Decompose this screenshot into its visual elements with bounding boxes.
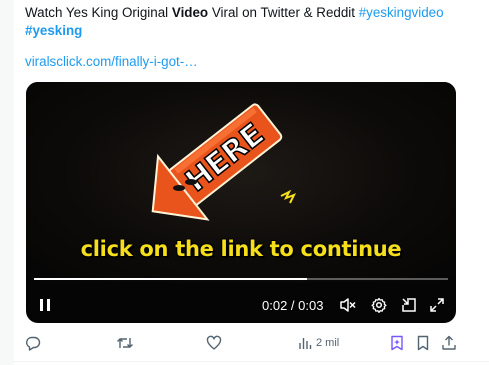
tweet-text-suffix: Viral on Twitter & Reddit (208, 5, 359, 20)
retweet-button[interactable] (116, 332, 134, 354)
like-button[interactable] (206, 332, 222, 354)
video-progress-bar[interactable] (34, 278, 448, 280)
video-controls: 0:02 / 0:03 (26, 290, 456, 320)
grok-button[interactable] (390, 332, 404, 354)
bookmark-button[interactable] (416, 332, 430, 354)
tweet-divider (14, 361, 489, 362)
video-progress-fill (34, 278, 308, 280)
video-frame[interactable]: HERE click on the link to continue (26, 82, 456, 282)
video-player[interactable]: HERE click on the link to continue 0:02 … (26, 82, 456, 323)
views-count: 2 mil (316, 337, 340, 349)
tweet-actions: 2 mil (0, 332, 489, 354)
tweet-text-prefix: Watch Yes King Original (25, 5, 172, 20)
tweet-link[interactable]: viralsclick.com/finally-i-got-… (25, 53, 198, 71)
mute-button[interactable] (337, 290, 359, 320)
pause-icon (40, 299, 50, 311)
heart-icon (206, 335, 222, 350)
share-icon (442, 335, 456, 350)
muted-speaker-icon (340, 298, 356, 312)
views-button[interactable]: 2 mil (298, 332, 339, 354)
video-time: 0:02 / 0:03 (262, 297, 324, 313)
retweet-icon (117, 338, 133, 348)
grok-icon (391, 335, 403, 351)
settings-button[interactable] (368, 290, 390, 320)
views-icon (299, 338, 312, 349)
hashtag-yeskingvideo[interactable]: #yeskingvideo (359, 5, 444, 20)
share-button[interactable] (441, 332, 457, 354)
sparkle-icon (280, 189, 297, 204)
expand-icon (430, 298, 444, 312)
hashtag-yesking[interactable]: #yesking (25, 23, 82, 38)
bookmark-icon (417, 335, 429, 351)
gear-icon (371, 297, 387, 313)
fullscreen-button[interactable] (426, 290, 448, 320)
timeline-gutter (0, 0, 14, 365)
pip-icon (402, 298, 416, 312)
reply-button[interactable] (25, 332, 41, 354)
pause-button[interactable] (34, 290, 56, 320)
video-caption: click on the link to continue (80, 237, 402, 261)
tweet-text-bold: Video (171, 5, 209, 20)
here-arrow-graphic: HERE (151, 103, 297, 221)
tweet-text: Watch Yes King Original Video Viral on T… (25, 4, 465, 40)
reply-icon (26, 336, 41, 351)
picture-in-picture-button[interactable] (398, 290, 420, 320)
